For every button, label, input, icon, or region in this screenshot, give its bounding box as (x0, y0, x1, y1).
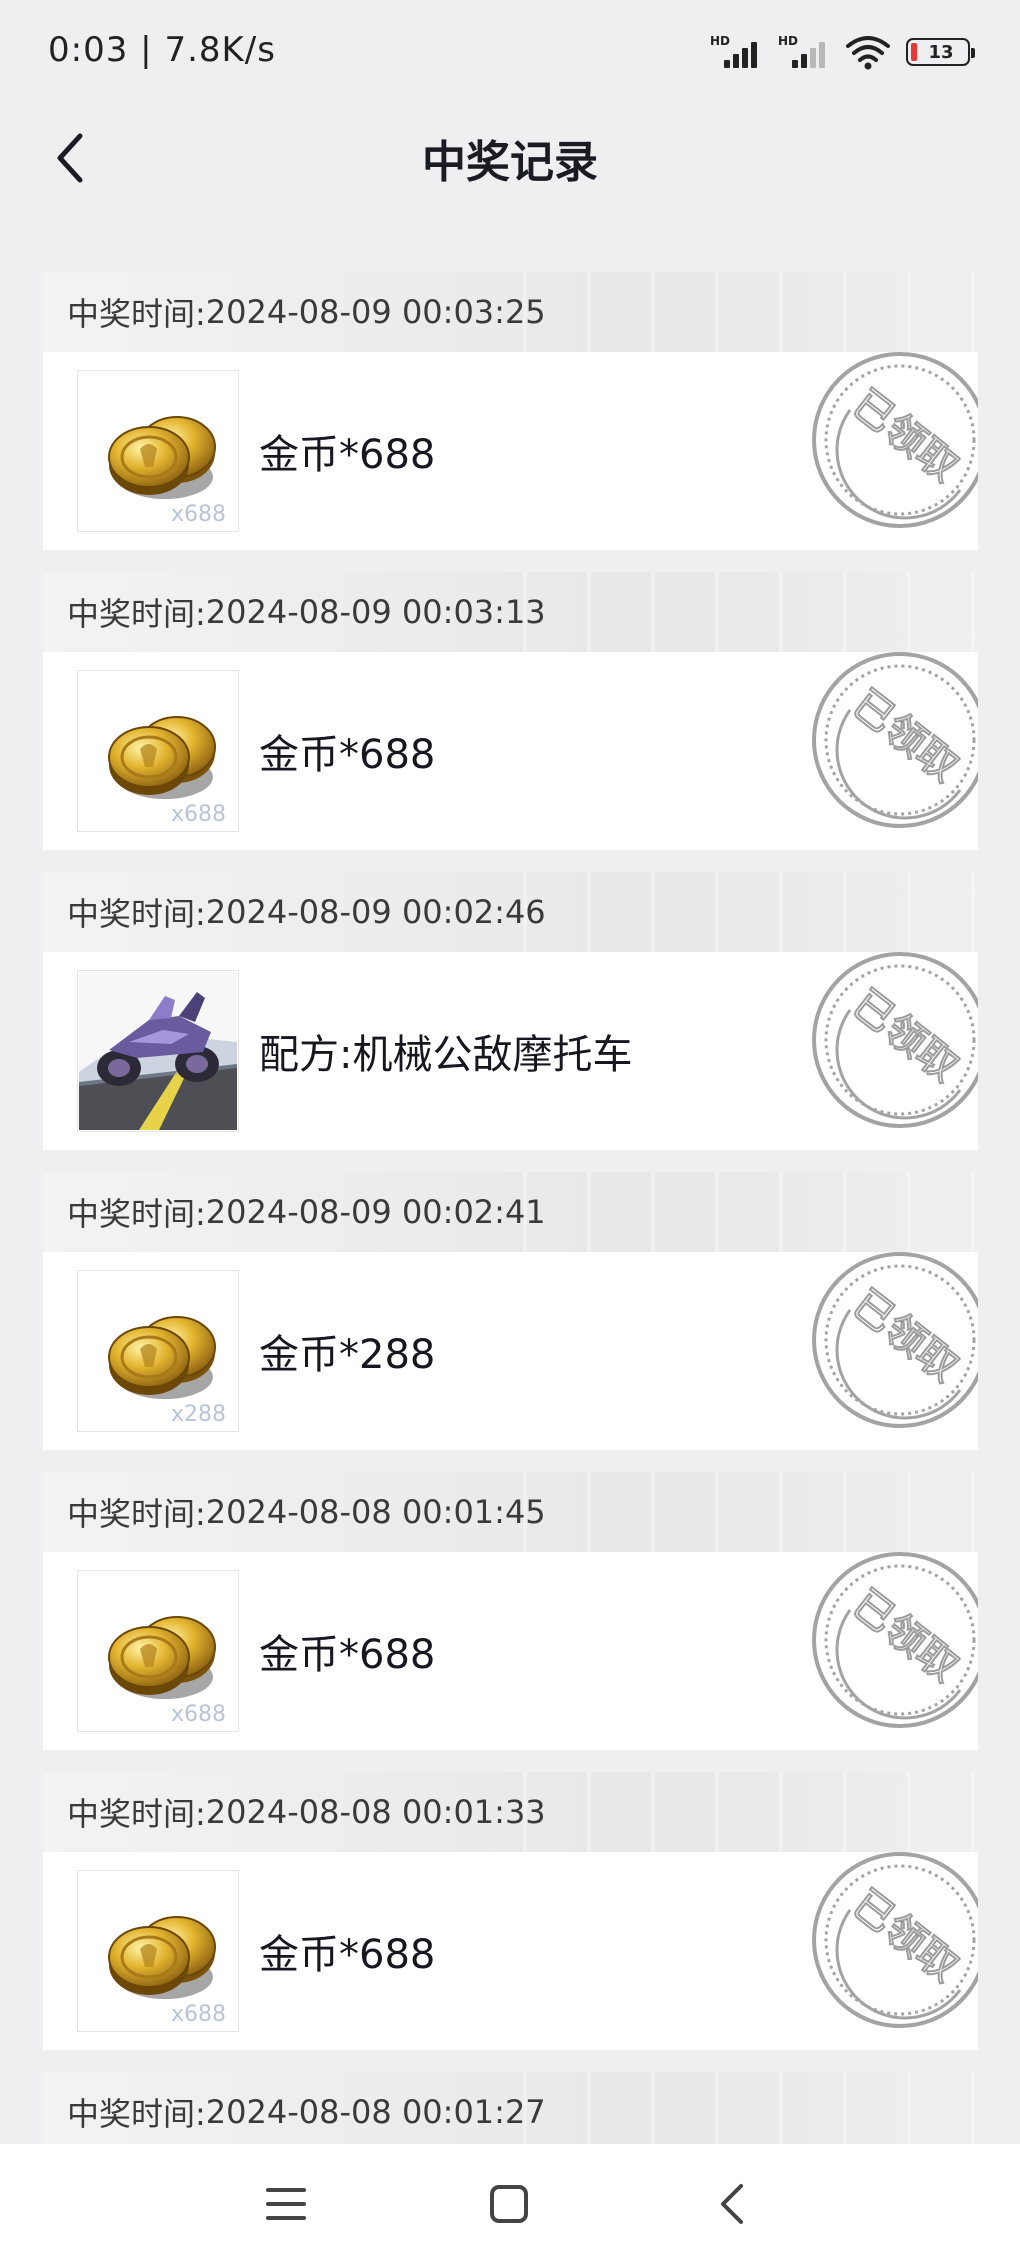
claimed-stamp-text: 已领取 (844, 981, 967, 1091)
system-nav-bar (0, 2144, 1020, 2267)
prize-thumbnail-qty: x688 (170, 1702, 226, 1727)
prize-thumbnail (77, 970, 239, 1132)
status-icons: HD HD 13 (710, 32, 975, 72)
prize-name: 金币*688 (259, 732, 436, 778)
record-body: x688 金币*688 已领取 (43, 1552, 978, 1750)
claimed-stamp-icon: 已领取 (812, 1852, 978, 2028)
claimed-stamp-text: 已领取 (844, 381, 967, 491)
menu-button[interactable] (256, 2174, 316, 2234)
win-time-value: 2024-08-09 00:02:46 (205, 893, 546, 931)
gold-coins-icon (108, 416, 216, 499)
record-header: 中奖时间: 2024-08-09 00:03:13 (43, 572, 978, 652)
prize-thumbnail: x688 (77, 1870, 239, 2032)
record-card[interactable]: 中奖时间: 2024-08-09 00:03:25 x688 金币*688 已领取 (43, 272, 978, 550)
status-separator: | (140, 30, 165, 70)
record-card[interactable]: 中奖时间: 2024-08-08 00:01:27 (43, 2072, 978, 2144)
gold-coins-icon (108, 1316, 216, 1399)
record-header: 中奖时间: 2024-08-09 00:02:41 (43, 1172, 978, 1252)
claimed-stamp-icon: 已领取 (812, 652, 978, 828)
signal-hd-label-2: HD (778, 34, 799, 48)
prize-name: 配方:机械公敌摩托车 (259, 1032, 633, 1078)
prize-name: 金币*688 (259, 1932, 436, 1978)
win-time-label: 中奖时间: (67, 1195, 206, 1233)
win-time-value: 2024-08-09 00:02:41 (205, 1193, 546, 1231)
signal-strength-icon: HD (710, 34, 762, 70)
win-time-value: 2024-08-08 00:01:33 (205, 1793, 546, 1831)
win-time-label: 中奖时间: (67, 1495, 206, 1533)
menu-icon (266, 2188, 306, 2220)
win-time-label: 中奖时间: (67, 2095, 206, 2133)
win-time-value: 2024-08-09 00:03:13 (205, 593, 546, 631)
claimed-stamp-text: 已领取 (844, 1581, 967, 1691)
record-header: 中奖时间: 2024-08-08 00:01:33 (43, 1772, 978, 1852)
battery-level-fill (911, 43, 917, 61)
record-header: 中奖时间: 2024-08-09 00:02:46 (43, 872, 978, 952)
record-header: 中奖时间: 2024-08-08 00:01:27 (43, 2072, 978, 2144)
win-time-label: 中奖时间: (67, 295, 206, 333)
prize-name: 金币*288 (259, 1332, 436, 1378)
claimed-stamp-icon: 已领取 (812, 352, 978, 528)
prize-thumbnail-qty: x288 (170, 1402, 226, 1427)
network-speed: 7.8K/s (164, 30, 276, 70)
claimed-stamp-icon: 已领取 (812, 952, 978, 1128)
claimed-stamp-icon: 已领取 (812, 1252, 978, 1428)
claimed-stamp-text: 已领取 (844, 1281, 967, 1391)
battery-icon: 13 (906, 38, 975, 66)
gold-coins-icon (108, 1616, 216, 1699)
prize-thumbnail: x688 (77, 370, 239, 532)
record-card[interactable]: 中奖时间: 2024-08-08 00:01:33 x688 金币*688 已领取 (43, 1772, 978, 2050)
record-card[interactable]: 中奖时间: 2024-08-09 00:02:46 配方:机械公敌摩托车 已领取 (43, 872, 978, 1150)
win-time-label: 中奖时间: (67, 595, 206, 633)
gold-coins-icon (108, 716, 216, 799)
record-card[interactable]: 中奖时间: 2024-08-08 00:01:45 x688 金币*688 已领取 (43, 1472, 978, 1750)
prize-thumbnail: x288 (77, 1270, 239, 1432)
battery-level: 13 (928, 41, 954, 63)
status-bar: 0:03 | 7.8K/s HD HD 13 (0, 0, 1020, 100)
record-card[interactable]: 中奖时间: 2024-08-09 00:03:13 x688 金币*688 已领取 (43, 572, 978, 850)
prize-thumbnail: x688 (77, 1570, 239, 1732)
gold-coins-icon (108, 1916, 216, 1999)
prize-name: 金币*688 (259, 1632, 436, 1678)
page: 0:03 | 7.8K/s HD HD 13 中奖记录 中奖时间: 2024-0… (0, 0, 1020, 2267)
record-body: x688 金币*688 已领取 (43, 352, 978, 550)
claimed-stamp-text: 已领取 (844, 681, 967, 791)
win-time-label: 中奖时间: (67, 895, 206, 933)
header: 中奖记录 (0, 110, 1020, 200)
wifi-icon (846, 36, 890, 70)
status-left: 0:03 | 7.8K/s (48, 30, 276, 70)
prize-thumbnail: x688 (77, 670, 239, 832)
record-body: x688 金币*688 已领取 (43, 1852, 978, 2050)
claimed-stamp-text: 已领取 (844, 1881, 967, 1991)
record-body: 配方:机械公敌摩托车 已领取 (43, 952, 978, 1150)
home-square-icon (490, 2185, 528, 2223)
back-triangle-icon (721, 2184, 743, 2224)
record-body: x688 金币*688 已领取 (43, 652, 978, 850)
system-back-button[interactable] (702, 2174, 762, 2234)
prize-name: 金币*688 (259, 432, 436, 478)
record-header: 中奖时间: 2024-08-08 00:01:45 (43, 1472, 978, 1552)
win-time-label: 中奖时间: (67, 1795, 206, 1833)
record-card[interactable]: 中奖时间: 2024-08-09 00:02:41 x288 金币*288 已领取 (43, 1172, 978, 1450)
win-time-value: 2024-08-08 00:01:27 (205, 2093, 546, 2131)
win-time-value: 2024-08-08 00:01:45 (205, 1493, 546, 1531)
signal-hd-label: HD (710, 34, 731, 48)
signal-strength-icon-2: HD (778, 34, 830, 70)
motorcycle-icon (79, 972, 237, 1130)
prize-records-list[interactable]: 中奖时间: 2024-08-09 00:03:25 x688 金币*688 已领取… (43, 272, 978, 2144)
record-header: 中奖时间: 2024-08-09 00:03:25 (43, 272, 978, 352)
prize-thumbnail-qty: x688 (170, 502, 226, 527)
claimed-stamp-icon: 已领取 (812, 1552, 978, 1728)
prize-thumbnail-qty: x688 (170, 2002, 226, 2027)
page-title: 中奖记录 (422, 137, 598, 188)
home-button[interactable] (479, 2174, 539, 2234)
record-body: x288 金币*288 已领取 (43, 1252, 978, 1450)
prize-thumbnail-qty: x688 (170, 802, 226, 827)
win-time-value: 2024-08-09 00:03:25 (205, 293, 546, 331)
status-time: 0:03 (48, 30, 129, 70)
